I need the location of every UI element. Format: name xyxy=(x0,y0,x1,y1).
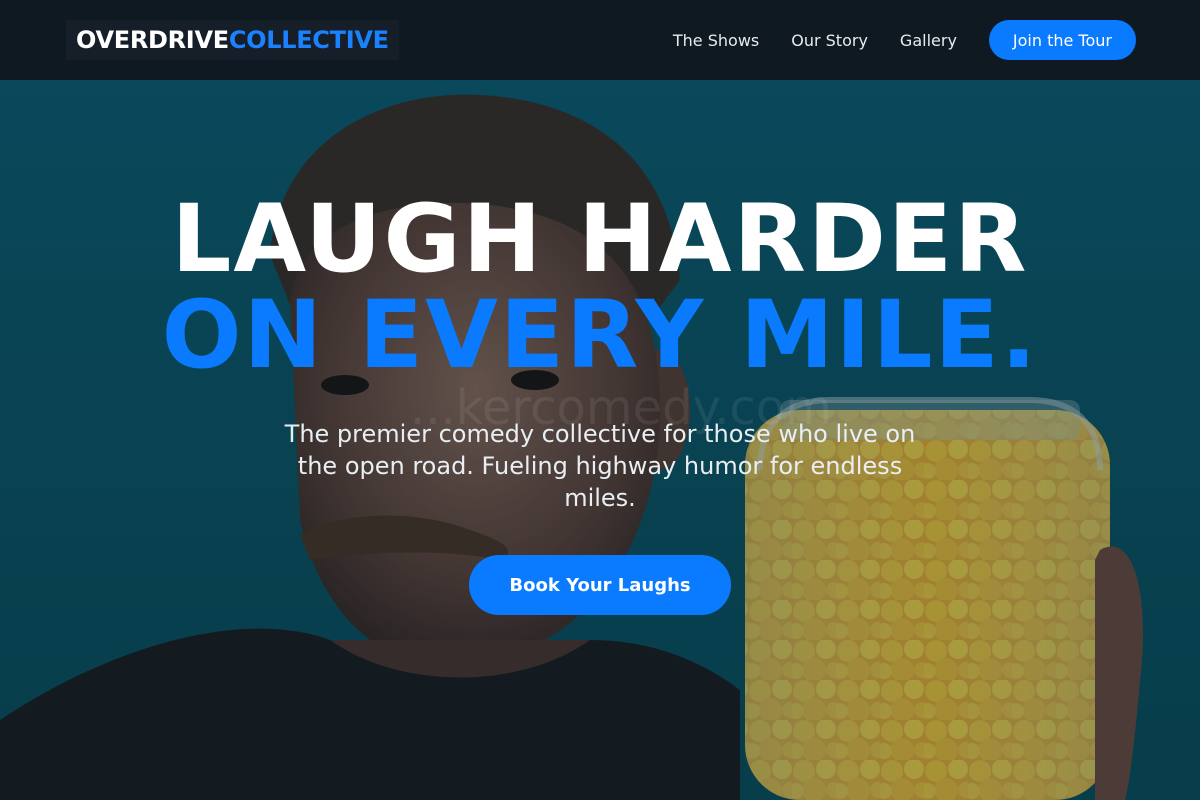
brand-logo[interactable]: OVERDRIVE COLLECTIVE xyxy=(66,20,399,60)
top-navbar: OVERDRIVE COLLECTIVE The Shows Our Story … xyxy=(0,0,1200,80)
hero-content: LAUGH HARDER ON EVERY MILE. The premier … xyxy=(0,192,1200,615)
hero-headline-line2: ON EVERY MILE. xyxy=(161,281,1039,390)
hero-section: ...kercomedy.com LAUGH HARDER ON EVERY M… xyxy=(0,80,1200,800)
brand-logo-part2: COLLECTIVE xyxy=(228,26,389,54)
main-nav: The Shows Our Story Gallery Join the Tou… xyxy=(673,20,1136,60)
hero-subtitle: The premier comedy collective for those … xyxy=(284,420,916,512)
book-laughs-button[interactable]: Book Your Laughs xyxy=(469,555,731,615)
join-tour-button[interactable]: Join the Tour xyxy=(988,20,1136,60)
hero-headline: LAUGH HARDER ON EVERY MILE. xyxy=(0,192,1200,384)
nav-link-the-shows[interactable]: The Shows xyxy=(673,31,759,50)
hero-headline-line1: LAUGH HARDER xyxy=(171,185,1029,294)
nav-link-our-story[interactable]: Our Story xyxy=(791,31,868,50)
brand-logo-part1: OVERDRIVE xyxy=(76,26,229,54)
nav-link-gallery[interactable]: Gallery xyxy=(900,31,957,50)
